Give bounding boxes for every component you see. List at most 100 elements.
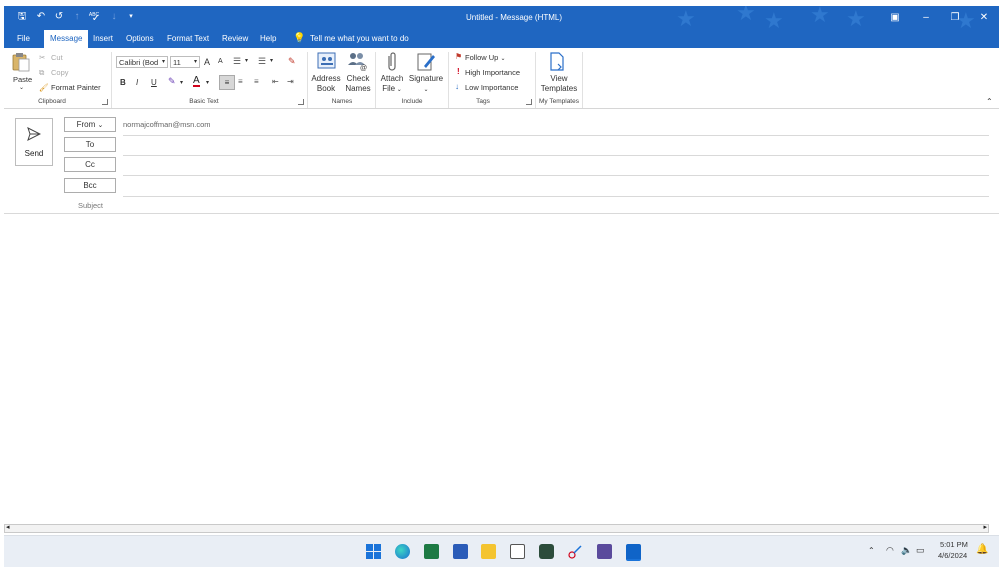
next-item-icon[interactable]: ↓ — [108, 11, 120, 23]
address-book-label: Address — [311, 74, 341, 83]
minimize-button[interactable]: – — [917, 10, 935, 26]
check-names-icon[interactable]: @ — [347, 51, 369, 72]
address-book-button[interactable]: Address Book — [311, 74, 341, 94]
include-group-label: Include — [401, 98, 423, 105]
format-painter-button[interactable]: Format Painter — [51, 83, 101, 92]
increase-indent-icon[interactable]: ⇥ — [287, 77, 294, 86]
chevron-down-icon[interactable]: ▾ — [245, 57, 248, 64]
view-templates-icon[interactable] — [549, 52, 565, 72]
bullets-icon[interactable]: ☰ — [233, 56, 241, 67]
cut-button[interactable]: Cut — [51, 53, 63, 62]
address-book-icon[interactable] — [317, 52, 337, 70]
cc-button[interactable]: Cc — [64, 157, 116, 172]
word-icon[interactable] — [453, 544, 468, 559]
undo-icon[interactable]: ↶ — [35, 11, 47, 23]
ribbon-display-options-icon[interactable]: ▣ — [886, 10, 904, 26]
chevron-down-icon[interactable]: ▾ — [206, 79, 209, 86]
tab-insert[interactable]: Insert — [93, 30, 113, 48]
show-hidden-icons-icon[interactable]: ⌃ — [868, 546, 875, 555]
snipping-tool-icon[interactable] — [568, 544, 583, 559]
bcc-input[interactable] — [123, 179, 989, 195]
clear-formatting-icon[interactable]: ✎ — [288, 56, 296, 67]
customize-toolbar-icon[interactable]: ▾ — [125, 11, 137, 23]
bold-button[interactable]: B — [120, 78, 126, 87]
paste-button[interactable]: Paste — [13, 75, 32, 84]
attach-file-button[interactable]: Attach File ⌄ — [378, 74, 406, 95]
check-names-button[interactable]: Check Names — [343, 74, 373, 94]
cc-underline — [123, 175, 989, 176]
tags-launcher-icon[interactable] — [526, 99, 532, 105]
highlight-icon[interactable]: ✎ — [168, 76, 176, 87]
shrink-font-button[interactable]: A — [218, 58, 223, 65]
wifi-icon[interactable]: ◠ — [886, 545, 894, 556]
file-explorer-icon[interactable] — [481, 544, 496, 559]
paperclip-icon[interactable] — [385, 52, 399, 72]
send-button[interactable]: Send — [15, 118, 53, 166]
edge-icon[interactable] — [395, 544, 410, 559]
scroll-left-icon[interactable]: ◂ — [6, 523, 10, 531]
tab-format-text[interactable]: Format Text — [167, 30, 209, 48]
calculator-icon[interactable] — [510, 544, 525, 559]
numbering-icon[interactable]: ☰ — [258, 56, 266, 67]
follow-up-button[interactable]: Follow Up ⌄ — [465, 53, 505, 62]
underline-button[interactable]: U — [151, 78, 157, 87]
clipboard-launcher-icon[interactable] — [102, 99, 108, 105]
volume-icon[interactable]: 🔈 — [901, 545, 912, 556]
collapse-ribbon-icon[interactable]: ⌃ — [986, 97, 993, 106]
low-importance-button[interactable]: Low Importance — [465, 83, 518, 92]
tab-file[interactable]: File — [17, 30, 30, 48]
signature-button[interactable]: Signature ⌄ — [408, 74, 444, 95]
font-size-value: 11 — [173, 58, 181, 67]
battery-icon[interactable]: ▭ — [916, 545, 925, 556]
outlook-icon[interactable] — [626, 544, 641, 561]
clock-date[interactable]: 4/6/2024 — [938, 551, 967, 560]
align-left-icon[interactable]: ≡ — [219, 75, 235, 90]
chevron-down-icon: ⌄ — [395, 87, 402, 93]
message-body[interactable] — [4, 215, 989, 522]
save-icon[interactable]: 🖫 — [16, 11, 28, 23]
tell-me-search[interactable]: Tell me what you want to do — [310, 30, 409, 48]
font-size-dropdown[interactable]: 11 ▾ — [170, 56, 200, 68]
previous-item-icon[interactable]: ↑ — [71, 11, 83, 23]
basic-text-launcher-icon[interactable] — [298, 99, 304, 105]
notification-bell-icon[interactable]: 🔔 — [976, 544, 988, 555]
send-label: Send — [24, 149, 44, 158]
tab-message[interactable]: Message — [44, 30, 89, 48]
tab-review[interactable]: Review — [222, 30, 248, 48]
to-input[interactable] — [123, 138, 989, 154]
redo-icon[interactable]: ↺ — [53, 11, 65, 23]
format-painter-icon: 🖌 — [39, 83, 49, 92]
paste-dropdown-icon[interactable]: ⌄ — [19, 84, 24, 91]
cc-input[interactable] — [123, 158, 989, 174]
align-center-icon[interactable]: ≡ — [238, 77, 243, 86]
signature-icon[interactable] — [416, 52, 436, 72]
paste-icon[interactable] — [10, 52, 32, 72]
clock-time[interactable]: 5:01 PM — [940, 540, 968, 549]
tab-help[interactable]: Help — [260, 30, 276, 48]
scroll-right-icon[interactable]: ▸ — [983, 523, 987, 531]
italic-button[interactable]: I — [136, 78, 138, 87]
solitaire-icon[interactable] — [597, 544, 612, 559]
excel-icon[interactable] — [424, 544, 439, 559]
grow-font-button[interactable]: A — [204, 57, 210, 67]
subject-input[interactable] — [123, 198, 989, 212]
app-icon[interactable] — [539, 544, 554, 559]
horizontal-scrollbar[interactable]: ◂ ▸ — [4, 524, 989, 533]
view-templates-button[interactable]: View Templates — [537, 74, 581, 94]
font-color-icon[interactable]: A — [193, 76, 200, 87]
font-name-dropdown[interactable]: Calibri (Bod ▾ — [116, 56, 168, 68]
to-button[interactable]: To — [64, 137, 116, 152]
close-button[interactable]: ✕ — [975, 10, 993, 26]
decrease-indent-icon[interactable]: ⇤ — [272, 77, 279, 86]
chevron-down-icon[interactable]: ▾ — [180, 79, 183, 86]
copy-button[interactable]: Copy — [51, 68, 69, 77]
align-right-icon[interactable]: ≡ — [254, 77, 259, 86]
restore-button[interactable]: ❐ — [946, 10, 964, 26]
bcc-button[interactable]: Bcc — [64, 178, 116, 193]
windows-start-icon[interactable] — [366, 544, 381, 559]
chevron-down-icon[interactable]: ▾ — [270, 57, 273, 64]
tab-options[interactable]: Options — [126, 30, 154, 48]
high-importance-button[interactable]: High Importance — [465, 68, 520, 77]
background-decoration-icon: ★ — [810, 6, 830, 27]
from-button[interactable]: From ⌄ — [64, 117, 116, 132]
